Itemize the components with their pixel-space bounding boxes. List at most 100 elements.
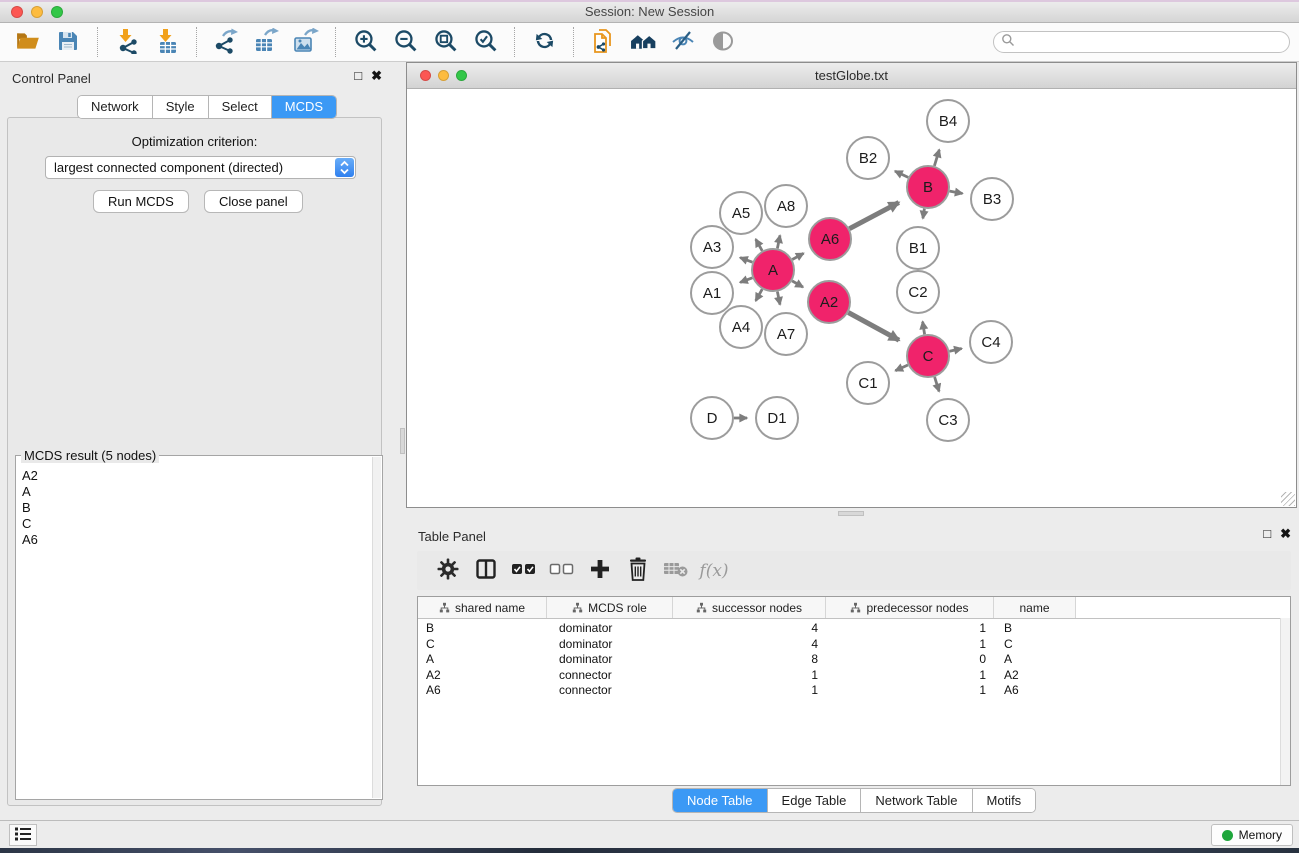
scrollbar[interactable] [1280, 618, 1290, 785]
delete-row-button[interactable] [619, 556, 657, 586]
network-graph[interactable]: B4B2BB3A8A5A6A3B1AA1C2A2A4A7C4CC1C3DD1 [407, 89, 1296, 507]
refresh-button[interactable] [528, 26, 560, 58]
select-all-button[interactable] [505, 556, 543, 586]
float-panel-icon[interactable]: □ [1263, 527, 1271, 540]
graph-node-A3[interactable]: A3 [691, 226, 733, 268]
close-panel-icon[interactable]: ✖ [1280, 527, 1291, 540]
graph-node-C2[interactable]: C2 [897, 271, 939, 313]
graph-node-D1[interactable]: D1 [756, 397, 798, 439]
zoom-window-button[interactable] [51, 6, 63, 18]
graph-node-A8[interactable]: A8 [765, 185, 807, 227]
add-row-button[interactable] [581, 556, 619, 586]
tab-select[interactable]: Select [209, 96, 272, 118]
mcds-result-item[interactable]: B [22, 500, 370, 516]
memory-button[interactable]: Memory [1211, 824, 1293, 846]
mcds-result-item[interactable]: A [22, 484, 370, 500]
graph-edge[interactable] [935, 377, 940, 391]
graph-edge[interactable] [756, 289, 763, 301]
graph-edge[interactable] [950, 349, 962, 352]
run-mcds-button[interactable]: Run MCDS [93, 190, 189, 213]
search-input[interactable] [1015, 34, 1289, 50]
table-row[interactable]: Cdominator41C [418, 637, 1290, 653]
table-row[interactable]: Adominator80A [418, 652, 1290, 668]
graph-edge[interactable] [756, 239, 763, 251]
network-overview-button[interactable] [627, 26, 659, 58]
graph-edge[interactable] [777, 292, 780, 305]
table-row[interactable]: Bdominator41B [418, 621, 1290, 637]
export-network-button[interactable] [210, 26, 242, 58]
scrollbar[interactable] [372, 457, 381, 798]
zoom-selected-button[interactable] [469, 26, 501, 58]
panel-divider-handle[interactable] [838, 511, 864, 516]
graph-node-B[interactable]: B [907, 166, 949, 208]
tab-style[interactable]: Style [153, 96, 209, 118]
tab-node-table[interactable]: Node Table [673, 789, 768, 812]
graph-node-A[interactable]: A [752, 249, 794, 291]
minimize-network-button[interactable] [438, 70, 449, 81]
hide-graphics-button[interactable] [667, 26, 699, 58]
zoom-out-button[interactable] [389, 26, 421, 58]
graph-edge[interactable] [923, 209, 925, 219]
resize-grip[interactable] [1281, 492, 1295, 506]
graph-edge[interactable] [849, 203, 898, 229]
export-table-button[interactable] [250, 26, 282, 58]
graph-edge[interactable] [895, 171, 908, 177]
import-table-button[interactable] [151, 26, 183, 58]
tab-motifs[interactable]: Motifs [973, 789, 1036, 812]
graph-edge[interactable] [792, 253, 803, 259]
table-settings-button[interactable] [429, 556, 467, 586]
column-header-predecessor-nodes[interactable]: predecessor nodes [826, 597, 994, 618]
graph-edge[interactable] [934, 150, 939, 166]
graph-edge[interactable] [792, 281, 803, 287]
minimize-window-button[interactable] [31, 6, 43, 18]
graph-node-A2[interactable]: A2 [808, 281, 850, 323]
close-network-button[interactable] [420, 70, 431, 81]
graph-edge[interactable] [895, 365, 908, 371]
close-panel-button[interactable]: Close panel [204, 190, 303, 213]
graph-node-A1[interactable]: A1 [691, 272, 733, 314]
graph-edge[interactable] [950, 191, 963, 193]
clone-network-button[interactable] [587, 26, 619, 58]
delete-table-button[interactable] [657, 556, 695, 586]
graph-node-B3[interactable]: B3 [971, 178, 1013, 220]
close-window-button[interactable] [11, 6, 23, 18]
graph-node-C1[interactable]: C1 [847, 362, 889, 404]
column-header-shared-name[interactable]: shared name [418, 597, 547, 618]
graph-node-A5[interactable]: A5 [720, 192, 762, 234]
close-panel-icon[interactable]: ✖ [371, 69, 382, 82]
tab-mcds[interactable]: MCDS [272, 96, 336, 118]
column-header-mcds-role[interactable]: MCDS role [547, 597, 673, 618]
import-network-button[interactable] [111, 26, 143, 58]
graph-edge[interactable] [848, 313, 899, 341]
column-header-name[interactable]: name [994, 597, 1076, 618]
optimization-criterion-dropdown[interactable]: largest connected component (directed) [45, 156, 356, 179]
graph-node-B1[interactable]: B1 [897, 227, 939, 269]
zoom-fit-button[interactable] [429, 26, 461, 58]
task-history-button[interactable] [9, 824, 37, 846]
zoom-in-button[interactable] [349, 26, 381, 58]
graph-node-B4[interactable]: B4 [927, 100, 969, 142]
panel-divider-handle[interactable] [400, 428, 405, 454]
tab-network[interactable]: Network [78, 96, 153, 118]
graph-node-A6[interactable]: A6 [809, 218, 851, 260]
mcds-result-item[interactable]: C [22, 516, 370, 532]
zoom-network-button[interactable] [456, 70, 467, 81]
function-builder-button[interactable]: f(x) [695, 556, 733, 586]
export-image-button[interactable] [290, 26, 322, 58]
graph-node-C[interactable]: C [907, 335, 949, 377]
table-row[interactable]: A2connector11A2 [418, 668, 1290, 684]
graph-edge[interactable] [740, 258, 752, 263]
table-row[interactable]: A6connector11A6 [418, 683, 1290, 699]
graph-edge[interactable] [777, 235, 780, 248]
mcds-result-item[interactable]: A2 [22, 468, 370, 484]
tab-edge-table[interactable]: Edge Table [768, 789, 862, 812]
save-session-button[interactable] [52, 26, 84, 58]
graph-node-B2[interactable]: B2 [847, 137, 889, 179]
mcds-result-item[interactable]: A6 [22, 532, 370, 548]
tab-network-table[interactable]: Network Table [861, 789, 972, 812]
deselect-all-button[interactable] [543, 556, 581, 586]
open-session-button[interactable] [12, 26, 44, 58]
graph-edge[interactable] [740, 278, 752, 283]
float-panel-icon[interactable]: □ [354, 69, 362, 82]
graph-node-A7[interactable]: A7 [765, 313, 807, 355]
